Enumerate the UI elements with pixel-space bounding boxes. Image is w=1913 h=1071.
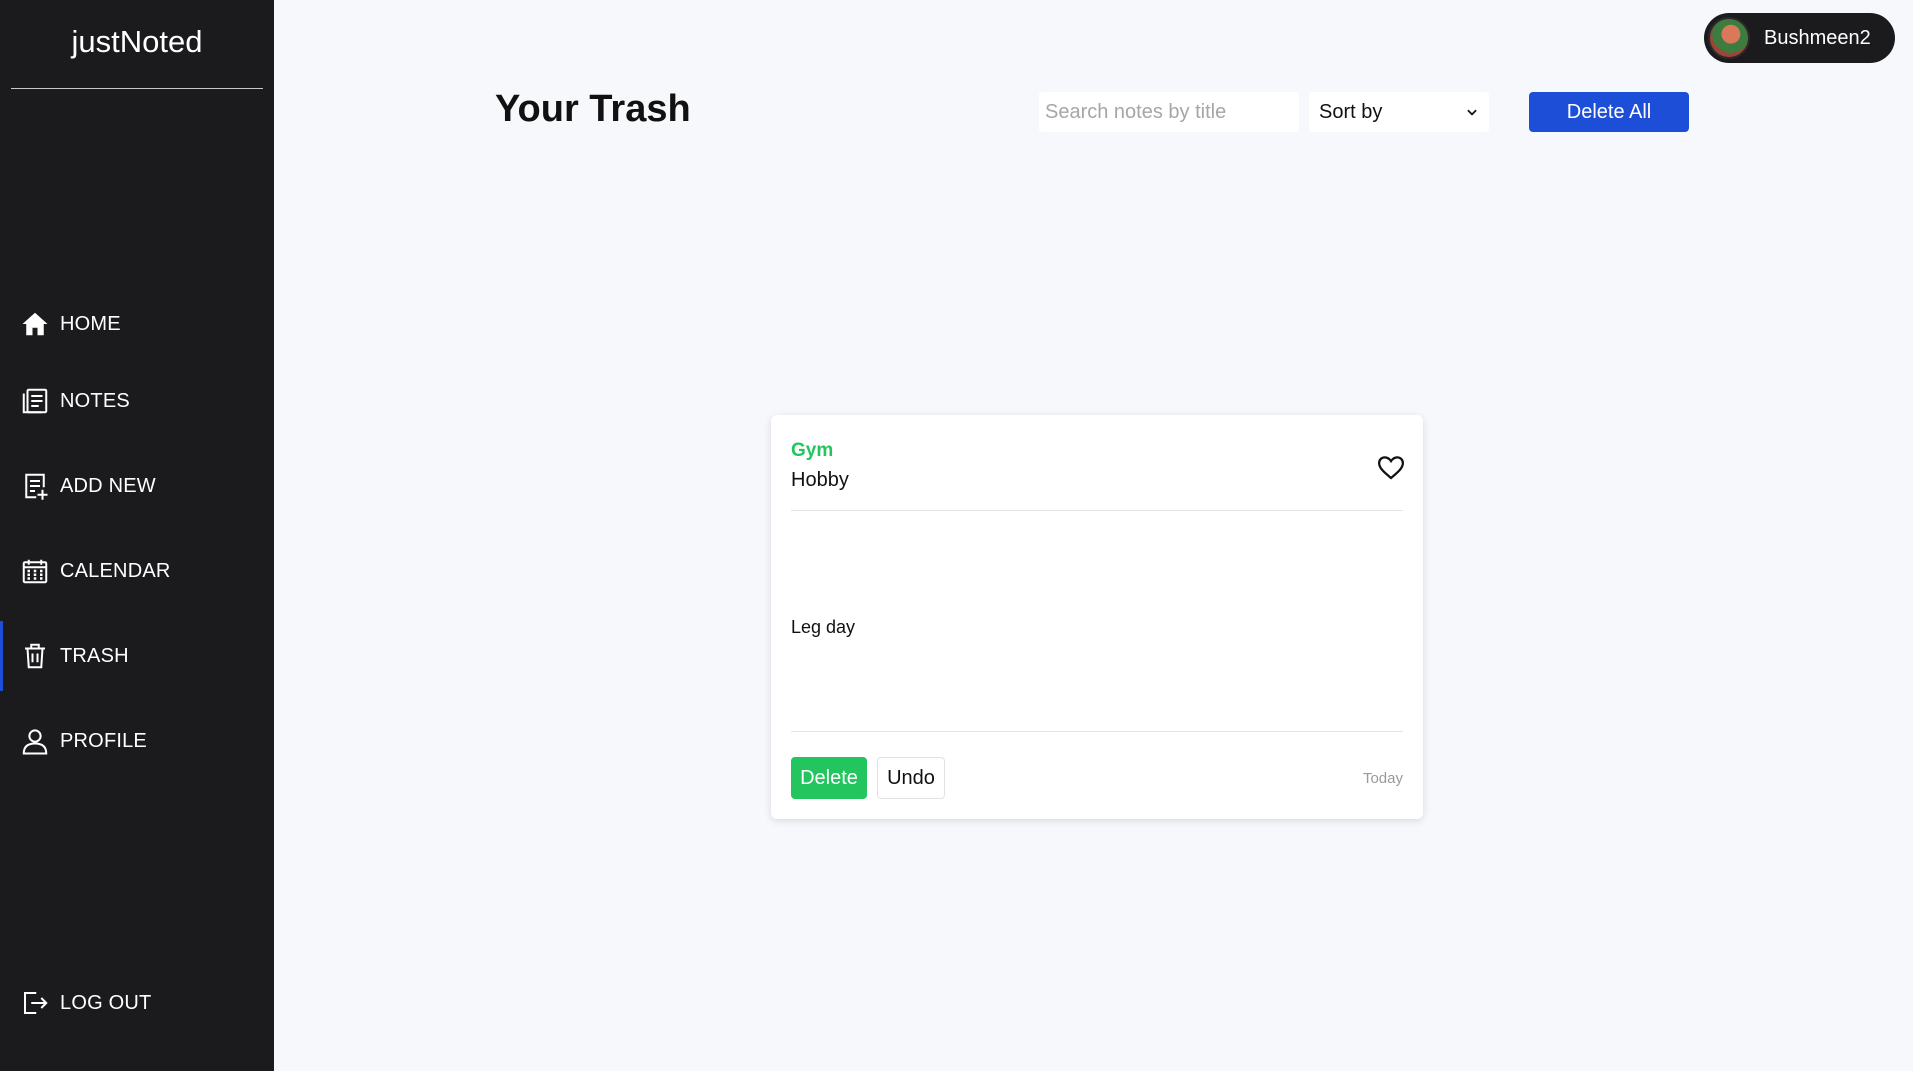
sidebar-item-trash[interactable]: TRASH: [0, 621, 274, 691]
delete-all-button[interactable]: Delete All: [1529, 92, 1689, 132]
search-input[interactable]: [1039, 92, 1299, 132]
sort-select-value: Sort by: [1319, 100, 1383, 123]
user-menu[interactable]: Bushmeen2: [1704, 13, 1895, 63]
calendar-icon: [20, 556, 50, 586]
sort-select[interactable]: Sort by: [1309, 92, 1489, 132]
sidebar-item-label: TRASH: [60, 644, 129, 667]
home-icon: [20, 309, 50, 339]
sidebar-item-label: PROFILE: [60, 729, 147, 752]
heart-icon[interactable]: [1376, 453, 1406, 483]
username: Bushmeen2: [1764, 26, 1871, 49]
note-title: Hobby: [791, 469, 849, 491]
undo-button[interactable]: Undo: [877, 757, 945, 799]
logout-label: LOG OUT: [60, 991, 152, 1014]
sidebar-item-add-new[interactable]: ADD NEW: [0, 451, 274, 521]
note-body: Leg day: [791, 617, 856, 637]
trash-icon: [20, 641, 50, 671]
notes-icon: [20, 386, 50, 416]
brand-logo[interactable]: justNoted: [11, 0, 263, 89]
logout-button[interactable]: LOG OUT: [0, 968, 274, 1038]
sidebar-item-notes[interactable]: NOTES: [0, 366, 274, 436]
avatar: [1708, 17, 1750, 59]
sidebar-item-home[interactable]: HOME: [0, 289, 274, 359]
note-category: Gym: [791, 440, 834, 461]
card-divider: [791, 510, 1403, 511]
user-icon: [20, 726, 50, 756]
sidebar-item-calendar[interactable]: CALENDAR: [0, 536, 274, 606]
page-title: Your Trash: [495, 88, 691, 130]
note-date: Today: [1362, 770, 1403, 787]
note-card: Gym Hobby Leg day Delete Undo Today: [771, 415, 1423, 819]
sidebar-item-profile[interactable]: PROFILE: [0, 706, 274, 776]
sidebar-item-label: ADD NEW: [60, 474, 156, 497]
sidebar: justNoted HOME NOTES ADD NEW CALENDAR TR…: [0, 0, 274, 1071]
add-note-icon: [20, 471, 50, 501]
sidebar-item-label: HOME: [60, 312, 121, 335]
card-divider: [791, 731, 1403, 732]
logout-icon: [20, 988, 50, 1018]
sidebar-item-label: NOTES: [60, 389, 130, 412]
sidebar-item-label: CALENDAR: [60, 559, 171, 582]
delete-button[interactable]: Delete: [791, 757, 867, 799]
chevron-down-icon: [1465, 105, 1479, 119]
